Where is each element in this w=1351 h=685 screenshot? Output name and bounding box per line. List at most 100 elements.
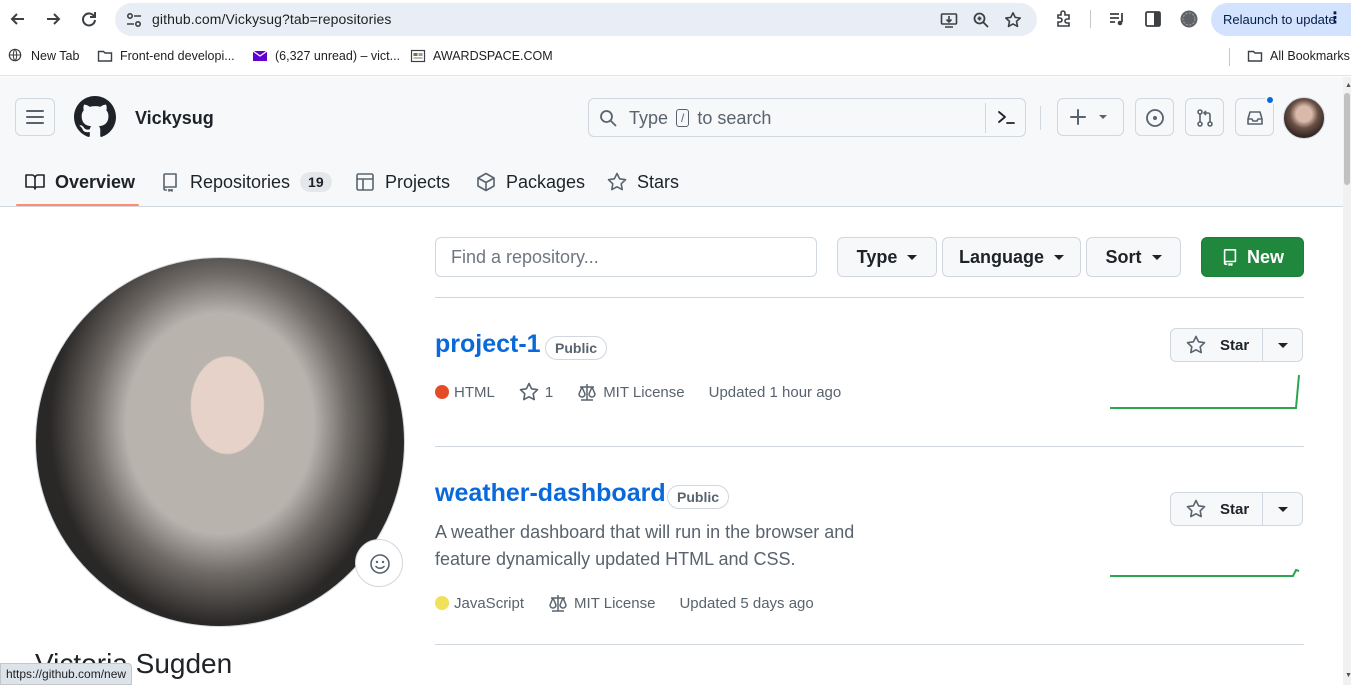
search-prefix: Type — [629, 108, 669, 128]
issues-button[interactable] — [1135, 98, 1174, 136]
repo-stars-link[interactable]: 1 — [519, 382, 553, 402]
awardspace-icon — [410, 48, 426, 64]
site-info-icon[interactable] — [125, 11, 143, 29]
menu-button[interactable] — [15, 98, 55, 136]
description-line: feature dynamically updated HTML and CSS… — [435, 549, 796, 569]
star-lists-dropdown[interactable] — [1263, 493, 1303, 525]
divider — [435, 446, 1304, 447]
bookmark-new-tab[interactable]: New Tab — [8, 48, 79, 64]
star-button[interactable]: Star — [1171, 329, 1263, 361]
sort-button[interactable]: Sort — [1086, 237, 1181, 277]
search-icon — [599, 109, 617, 127]
profile-avatar-icon[interactable] — [1179, 9, 1199, 29]
divider — [435, 644, 1304, 645]
caret-down-icon — [907, 254, 918, 260]
tab-label: Projects — [385, 171, 451, 192]
repo-updated: Updated 1 hour ago — [709, 384, 842, 401]
folder-icon — [1247, 48, 1263, 64]
link-status-bar: https://github.com/new — [0, 663, 133, 685]
hamburger-icon — [26, 110, 44, 124]
relaunch-button[interactable]: Relaunch to update ⋮ — [1211, 3, 1351, 36]
profile-photo[interactable] — [35, 257, 405, 627]
star-button-group: Star — [1170, 328, 1303, 362]
extensions-icon[interactable] — [1054, 9, 1074, 29]
license-name: MIT License — [574, 594, 656, 612]
all-bookmarks-button[interactable]: All Bookmarks — [1247, 48, 1350, 64]
tab-projects[interactable]: Projects — [355, 157, 450, 207]
star-label: Star — [1220, 336, 1250, 354]
language-color-dot — [435, 385, 449, 399]
visibility-badge: Public — [667, 485, 730, 509]
language-filter-button[interactable]: Language — [942, 237, 1081, 277]
repo-language: HTML — [435, 384, 495, 401]
book-icon — [25, 174, 45, 190]
browser-toolbar: github.com/Vickysug?tab=repositories Rel… — [0, 0, 1351, 38]
issue-opened-icon — [1146, 109, 1164, 127]
tab-label: Repositories — [190, 171, 291, 192]
star-label: Star — [1220, 500, 1250, 518]
caret-down-icon — [1278, 343, 1288, 348]
set-status-button[interactable] — [355, 539, 403, 587]
new-button-label: New — [1246, 246, 1284, 267]
toolbar-divider — [1090, 10, 1091, 28]
law-icon — [578, 384, 596, 401]
search-shortcut-key: / — [676, 109, 690, 127]
github-logo-icon[interactable] — [74, 96, 116, 138]
bookmark-folder-frontend[interactable]: Front-end developi... — [97, 48, 235, 64]
create-new-button[interactable] — [1057, 98, 1124, 136]
search-input[interactable]: Type / to search — [588, 98, 1026, 137]
caret-down-icon — [1099, 115, 1107, 119]
folder-icon — [97, 48, 113, 64]
bookmarks-bar: New Tab Front-end developi... (6,327 unr… — [0, 38, 1351, 76]
scrollbar-thumb[interactable] — [1344, 93, 1350, 185]
bookmark-mail[interactable]: (6,327 unread) – vict... — [252, 48, 400, 64]
type-filter-button[interactable]: Type — [837, 237, 937, 277]
repo-icon — [163, 173, 177, 192]
page-scrollbar[interactable] — [1343, 77, 1351, 685]
url-text[interactable]: github.com/Vickysug?tab=repositories — [152, 11, 392, 27]
globe-icon — [8, 48, 24, 64]
forward-arrow-icon[interactable] — [43, 9, 63, 29]
bookmark-awardspace[interactable]: AWARDSPACE.COM — [410, 48, 553, 64]
reload-icon[interactable] — [79, 9, 99, 29]
find-repository-input[interactable] — [435, 237, 817, 277]
star-button[interactable]: Star — [1171, 493, 1263, 525]
scroll-up-arrow-icon[interactable]: ▲ — [1345, 82, 1351, 89]
header-username[interactable]: Vickysug — [135, 108, 214, 129]
address-bar[interactable]: github.com/Vickysug?tab=repositories — [115, 3, 1037, 36]
mail-icon — [252, 48, 268, 64]
all-bookmarks-label: All Bookmarks — [1270, 49, 1350, 63]
avatar[interactable] — [1283, 97, 1325, 139]
install-app-icon[interactable] — [940, 11, 958, 29]
zoom-icon[interactable] — [972, 11, 990, 29]
tab-packages[interactable]: Packages — [476, 157, 585, 207]
tab-repositories[interactable]: Repositories 19 — [160, 157, 332, 207]
tab-label: Packages — [506, 171, 586, 192]
language-filter-label: Language — [958, 246, 1044, 267]
bookmark-star-icon[interactable] — [1004, 11, 1022, 29]
repo-meta: JavaScript MIT License Updated 5 days ag… — [435, 593, 838, 613]
caret-down-icon — [1151, 254, 1162, 260]
tab-stars[interactable]: Stars — [607, 157, 679, 207]
active-tab-indicator — [16, 204, 139, 206]
tab-overview[interactable]: Overview — [25, 157, 135, 207]
back-arrow-icon[interactable] — [8, 9, 28, 29]
repo-name-link[interactable]: project-1 — [435, 330, 541, 359]
bookmark-label: AWARDSPACE.COM — [433, 49, 553, 63]
command-palette-icon[interactable] — [996, 108, 1016, 128]
repo-meta: HTML 1 MIT License Updated 1 hour ago — [435, 382, 865, 402]
star-icon — [607, 172, 627, 191]
star-icon — [1186, 499, 1206, 518]
star-button-group: Star — [1170, 492, 1303, 526]
more-vert-icon[interactable]: ⋮ — [1327, 11, 1343, 27]
search-divider — [985, 103, 986, 133]
new-repository-button[interactable]: New — [1201, 237, 1304, 277]
repo-name-link[interactable]: weather-dashboard — [435, 479, 666, 508]
star-lists-dropdown[interactable] — [1263, 329, 1303, 361]
bookmarks-divider — [1229, 48, 1230, 66]
media-controls-icon[interactable] — [1107, 9, 1127, 29]
pull-requests-button[interactable] — [1185, 98, 1224, 136]
visibility-badge: Public — [545, 336, 608, 360]
scroll-down-arrow-icon[interactable]: ▼ — [1345, 672, 1351, 679]
side-panel-icon[interactable] — [1143, 9, 1163, 29]
